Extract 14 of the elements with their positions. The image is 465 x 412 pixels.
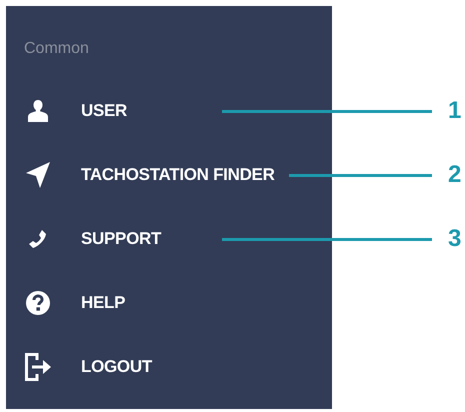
menu-item[interactable]: LOGOUT (81, 354, 152, 380)
help-icon (25, 290, 51, 316)
menu-item[interactable]: TACHOSTATION FINDER (81, 162, 275, 188)
navigation-arrow-icon (25, 161, 51, 189)
menu-item[interactable]: HELP (81, 290, 126, 316)
person-icon (26, 99, 50, 123)
menu-item[interactable]: SUPPORT (81, 226, 162, 252)
logout-icon (24, 352, 52, 382)
section-heading: Common (24, 39, 89, 59)
callout-number: 3 (448, 227, 462, 251)
menu-item[interactable]: USER (81, 98, 128, 124)
callout-number: 2 (448, 163, 462, 187)
phone-icon (27, 228, 49, 250)
callout-number: 1 (448, 99, 462, 123)
